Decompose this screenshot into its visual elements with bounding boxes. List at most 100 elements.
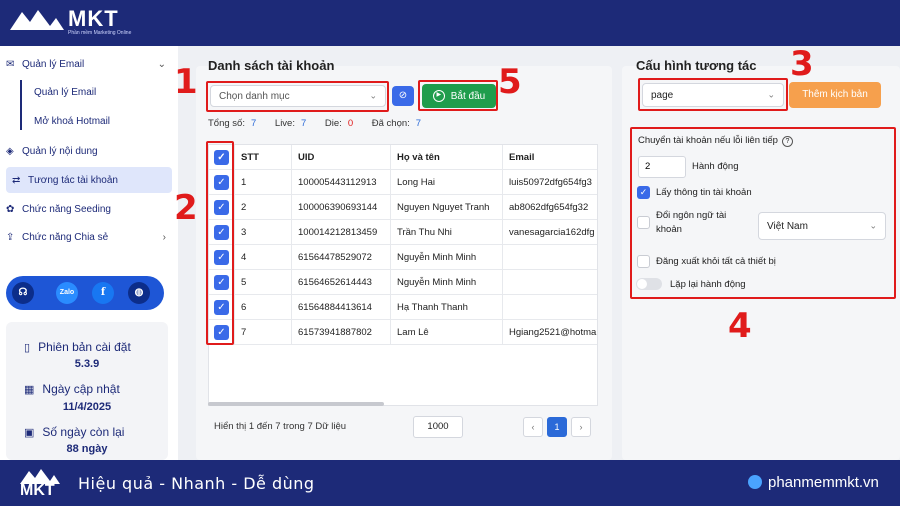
cell-email: ab8062dfg654fg32	[502, 195, 597, 220]
cell-stt: 6	[234, 295, 291, 320]
calendar-icon: ▦	[24, 384, 35, 396]
banner-site: phanmemmkt.vn	[748, 474, 879, 491]
page-1-button[interactable]: 1	[547, 417, 567, 437]
annotation-1: 1	[174, 62, 198, 102]
cell-name: Long Hai	[390, 170, 502, 195]
table-row[interactable]: ✓ 7 61573941887802 Lam Lê Hgiang2521@hotma	[209, 320, 597, 345]
site-url: phanmemmkt.vn	[768, 474, 879, 491]
table-row[interactable]: ✓ 5 61564652614443 Nguyễn Minh Minh	[209, 270, 597, 295]
cell-uid: 61573941887802	[291, 320, 390, 345]
config-title: Cấu hình tương tác	[636, 58, 757, 73]
prev-page-button[interactable]: ‹	[523, 417, 543, 437]
selected-value: 7	[415, 118, 422, 129]
annotation-box-5	[418, 80, 498, 111]
sidebar-item-share[interactable]: ⇪ Chức năng Chia sẻ ›	[0, 224, 178, 250]
cell-name: Nguyễn Minh Minh	[390, 245, 502, 270]
horizontal-scrollbar[interactable]	[208, 402, 384, 406]
logo-tagline: Phần mềm Marketing Online	[68, 30, 132, 36]
sidebar-item-label: Quản lý nội dung	[22, 145, 98, 157]
total-value: 7	[250, 118, 257, 129]
cell-email	[502, 270, 597, 295]
cell-email	[502, 295, 597, 320]
cell-email	[502, 245, 597, 270]
cell-stt: 3	[234, 220, 291, 245]
update-label: Ngày cập nhật	[42, 382, 120, 396]
facebook-icon[interactable]: f	[92, 282, 114, 304]
repeat-action-label: Lặp lại hành động	[670, 279, 746, 290]
cell-stt: 7	[234, 320, 291, 345]
table-header: ✓ STT UID Họ và tên Email	[209, 145, 597, 170]
repeat-action-toggle[interactable]	[636, 278, 662, 290]
cell-name: Nguyễn Minh Minh	[390, 270, 502, 295]
cell-stt: 5	[234, 270, 291, 295]
language-select[interactable]: Việt Nam ⌄	[758, 212, 886, 240]
sidebar-item-seeding[interactable]: ✿ Chức năng Seeding	[0, 196, 178, 222]
add-script-button[interactable]: Thêm kịch bản	[789, 82, 881, 108]
annotation-box-2	[206, 141, 234, 345]
sidebar-subitem-email[interactable]: Quản lý Email	[34, 87, 96, 98]
column-email[interactable]: Email	[502, 145, 597, 170]
account-table: ✓ STT UID Họ và tên Email ✓ 1 100005443112…	[208, 144, 598, 406]
logout-all-checkbox[interactable]	[637, 255, 650, 268]
table-row[interactable]: ✓ 6 61564884413614 Hạ Thanh Thanh	[209, 295, 597, 320]
social-bar: ☊ Zalo f ◍	[6, 276, 164, 310]
change-language-label-2: khoản	[656, 224, 682, 235]
change-language-checkbox[interactable]	[637, 216, 650, 229]
sidebar: ✉ Quản lý Email ⌄ Quản lý Email Mở khoá …	[0, 46, 178, 460]
column-stt[interactable]: STT	[234, 145, 291, 170]
support-icon[interactable]: ☊	[12, 282, 34, 304]
next-page-button[interactable]: ›	[571, 417, 591, 437]
sidebar-item-interact[interactable]: ⇄ Tương tác tài khoản	[6, 167, 172, 193]
column-name[interactable]: Họ và tên	[390, 145, 502, 170]
get-info-checkbox[interactable]: ✓	[637, 186, 650, 199]
banner-logo-text: MKT	[20, 482, 55, 499]
bottom-banner: MKT Hiệu quả - Nhanh - Dễ dùng phanmemmk…	[0, 460, 900, 506]
help-icon[interactable]: ?	[781, 136, 793, 147]
toggle-knob	[637, 279, 647, 289]
sidebar-item-label: Chức năng Chia sẻ	[22, 231, 109, 243]
cell-stt: 2	[234, 195, 291, 220]
cell-email: luis50972dfg654fg3	[502, 170, 597, 195]
zalo-icon[interactable]: Zalo	[56, 282, 78, 304]
annotation-5: 5	[498, 62, 522, 102]
sidebar-item-label: Tương tác tài khoản	[28, 174, 118, 186]
sidebar-item-email[interactable]: ✉ Quản lý Email ⌄	[0, 51, 178, 77]
pagination-info: Hiển thị 1 đến 7 trong 7 Dữ liệu	[214, 421, 347, 432]
table-row[interactable]: ✓ 3 100014212813459 Trần Thu Nhi vanesagarci…	[209, 220, 597, 245]
table-row[interactable]: ✓ 4 61564478529072 Nguyễn Minh Minh	[209, 245, 597, 270]
cell-email: vanesagarcia162dfg	[502, 220, 597, 245]
globe-icon[interactable]: ◍	[128, 282, 150, 304]
actions-label: Hành động	[692, 161, 739, 172]
clear-filter-button[interactable]: ⊘	[392, 86, 414, 106]
actions-count-input[interactable]: 2	[638, 156, 686, 178]
sidebar-item-content[interactable]: ◈ Quản lý nội dung	[0, 138, 178, 164]
cell-uid: 100006390693144	[291, 195, 390, 220]
mail-icon: ✉	[6, 58, 15, 70]
filter-off-icon: ⊘	[398, 90, 408, 101]
total-label: Tổng số:	[208, 118, 245, 129]
version-label: Phiên bản cài đặt	[38, 340, 131, 354]
page-size-input[interactable]: 1000	[413, 416, 463, 438]
seeding-icon: ✿	[6, 203, 15, 215]
column-uid[interactable]: UID	[291, 145, 390, 170]
account-stats: Tổng số: 7 Live: 7 Die: 0 Đã chọn: 7	[208, 118, 437, 129]
interact-icon: ⇄	[12, 174, 21, 186]
globe-icon	[748, 475, 762, 489]
chevron-right-icon[interactable]: ›	[163, 232, 166, 243]
cell-uid: 61564884413614	[291, 295, 390, 320]
cell-name: Trần Thu Nhi	[390, 220, 502, 245]
update-value: 11/4/2025	[62, 401, 112, 413]
cell-name: Lam Lê	[390, 320, 502, 345]
sidebar-item-label: Chức năng Seeding	[22, 203, 111, 215]
selected-label: Đã chọn:	[371, 118, 410, 129]
table-row[interactable]: ✓ 2 100006390693144 Nguyen Nguyet Tranh ab80…	[209, 195, 597, 220]
cell-name: Nguyen Nguyet Tranh	[390, 195, 502, 220]
change-language-label-1: Đổi ngôn ngữ tài	[656, 210, 727, 221]
sidebar-subitem-hotmail[interactable]: Mở khoá Hotmail	[34, 116, 110, 127]
chevron-down-icon[interactable]: ⌄	[158, 59, 166, 70]
cell-uid: 61564478529072	[291, 245, 390, 270]
annotation-3: 3	[790, 44, 814, 84]
layers-icon: ◈	[6, 145, 14, 157]
table-row[interactable]: ✓ 1 100005443112913 Long Hai luis50972dfg654…	[209, 170, 597, 195]
days-label: Số ngày còn lại	[42, 425, 125, 439]
